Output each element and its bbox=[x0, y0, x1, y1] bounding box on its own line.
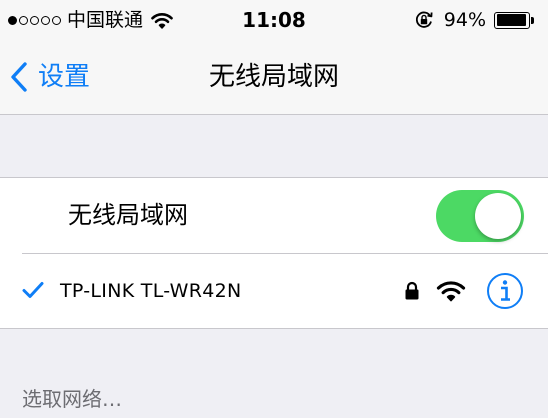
battery-tip bbox=[531, 16, 534, 24]
wlan-label: 无线局域网 bbox=[68, 201, 188, 229]
navigation-header: 中国联通 11:08 94% 设置 无线局域网 bbox=[0, 0, 548, 115]
orientation-lock-icon bbox=[414, 10, 434, 30]
wifi-strength-icon bbox=[436, 280, 466, 306]
toggle-knob bbox=[475, 193, 521, 239]
network-name: TP-LINK TL-WR42N bbox=[60, 280, 242, 302]
wlan-toggle-switch[interactable] bbox=[436, 190, 524, 242]
battery-percentage: 94% bbox=[443, 9, 486, 31]
connected-network-row[interactable]: TP-LINK TL-WR42N bbox=[0, 254, 548, 328]
wlan-toggle-row: 无线局域网 bbox=[0, 178, 548, 253]
page-title: 无线局域网 bbox=[208, 62, 339, 92]
battery-icon bbox=[494, 11, 530, 29]
info-icon[interactable] bbox=[486, 272, 524, 310]
choose-network-header: 选取网络… bbox=[22, 387, 122, 411]
status-bar: 中国联通 11:08 94% bbox=[0, 0, 548, 40]
wlan-settings-group: 无线局域网 TP-LINK TL-WR42N bbox=[0, 177, 548, 329]
battery-level bbox=[496, 14, 526, 26]
lock-icon bbox=[404, 281, 420, 305]
checkmark-icon bbox=[22, 281, 44, 303]
status-right: 94% bbox=[414, 9, 534, 31]
